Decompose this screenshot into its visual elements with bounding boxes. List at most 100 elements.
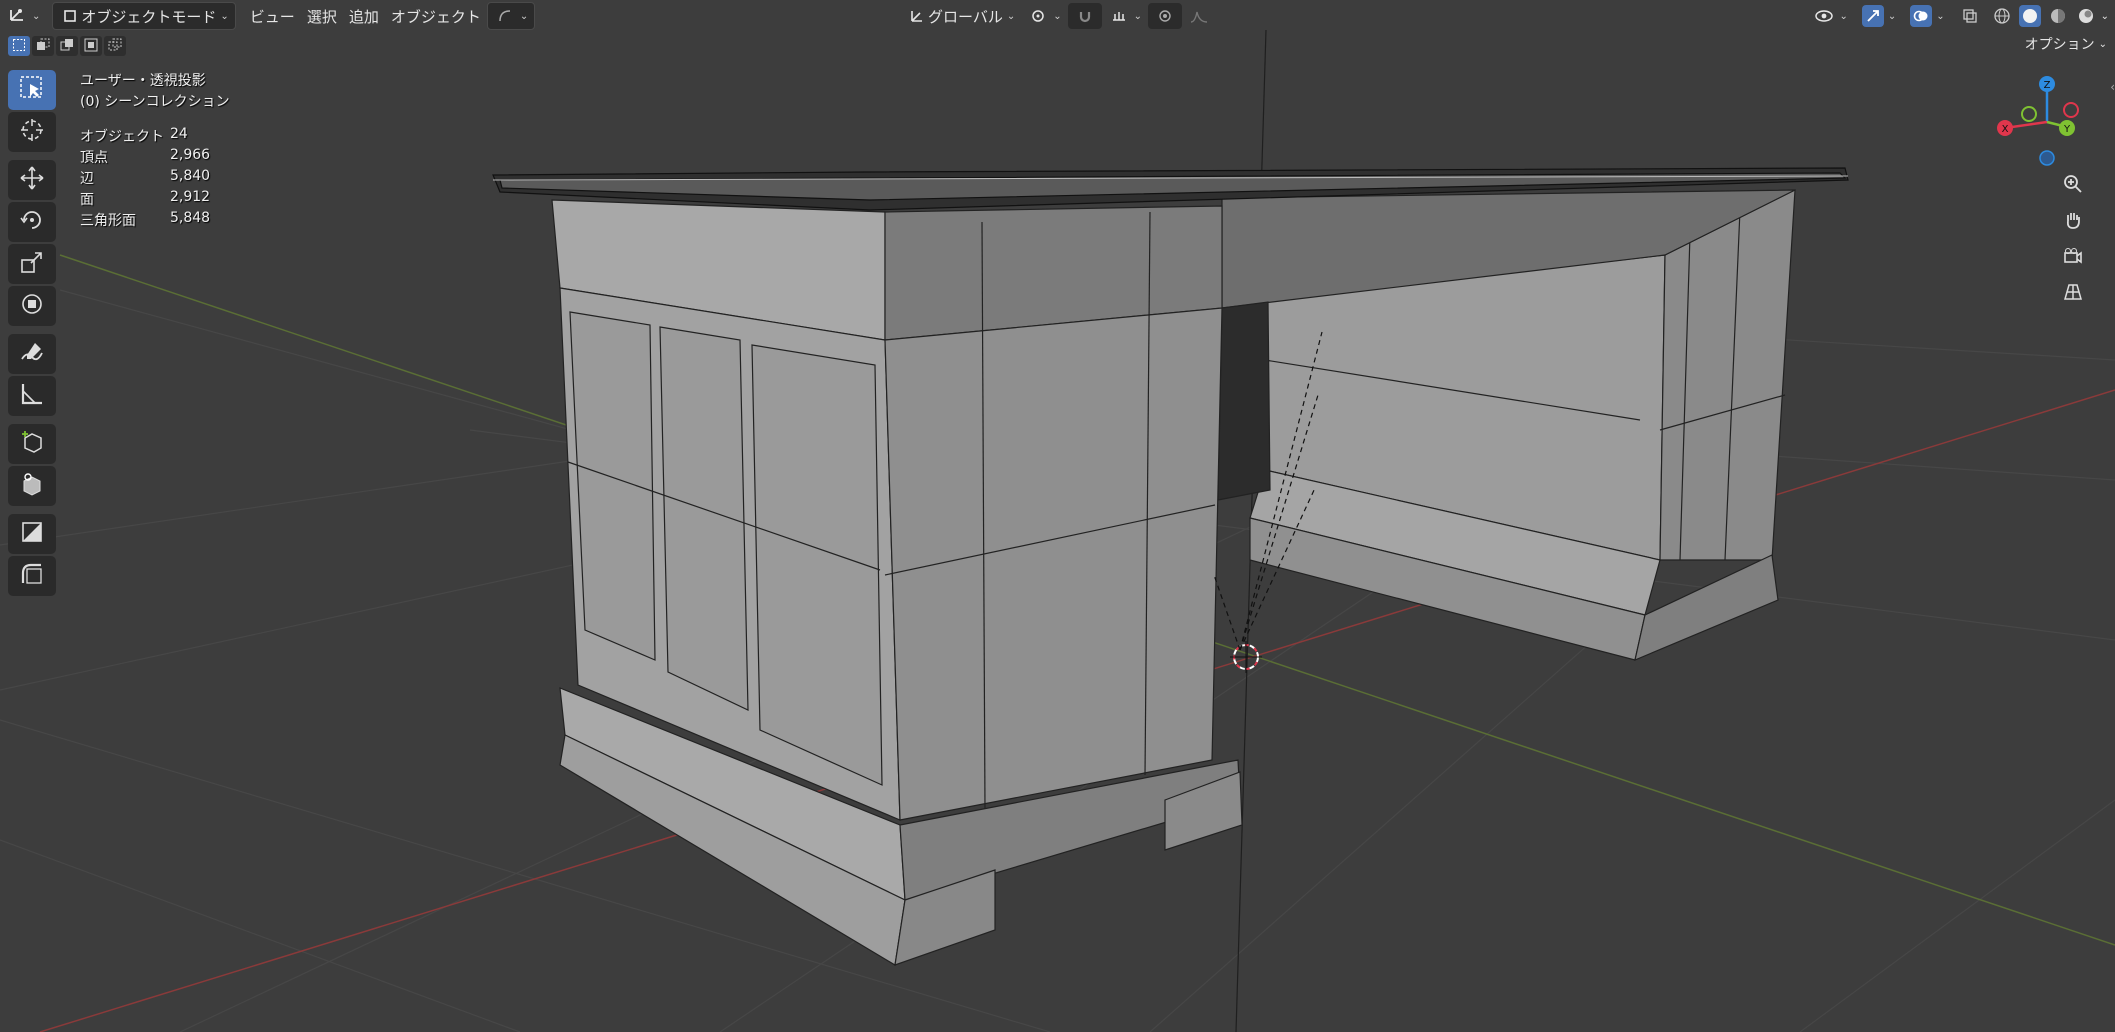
menu-view[interactable]: ビュー — [244, 3, 301, 29]
3d-viewport[interactable] — [0, 0, 2115, 1032]
stat-label: 三角形面 — [80, 213, 136, 229]
pan-button[interactable] — [2057, 206, 2089, 238]
annotate-pen-icon — [19, 339, 45, 369]
bevel-icon — [19, 561, 45, 591]
select-new-button[interactable] — [8, 36, 30, 56]
stat-label: 面 — [80, 192, 94, 208]
blender-window: ⌄ オブジェクトモード ⌄ ビュー 選択 追加 オブジェクト ⌄ グローバル ⌄… — [0, 0, 2115, 1032]
chevron-down-icon: ⌄ — [1936, 10, 1945, 22]
object-mode-icon — [59, 5, 81, 27]
select-intersect-button[interactable] — [104, 36, 126, 56]
tool-add-object[interactable] — [8, 466, 56, 506]
chevron-down-icon: ⌄ — [1006, 10, 1016, 22]
overlays-toggle[interactable]: ⌄ — [1904, 3, 1950, 29]
select-intersect-icon — [108, 37, 122, 56]
chevron-down-icon: ⌄ — [1839, 10, 1848, 22]
proportional-icon — [1154, 5, 1176, 27]
transform-icon — [19, 291, 45, 321]
navigation-gizmo-area: Z X Y — [1985, 70, 2105, 330]
gizmo-z-label: Z — [2044, 80, 2051, 91]
wireframe-sphere-icon — [1991, 5, 2013, 27]
measure-icon — [19, 381, 45, 411]
chevron-down-icon: ⌄ — [32, 10, 41, 22]
tool-scale[interactable] — [8, 244, 56, 284]
tool-bevel[interactable] — [8, 556, 56, 596]
magnet-icon — [1074, 5, 1096, 27]
options-dropdown[interactable]: オプション ⌄ — [2025, 34, 2107, 54]
shading-solid[interactable] — [2017, 3, 2043, 29]
select-invert-button[interactable] — [80, 36, 102, 56]
tool-annotate[interactable] — [8, 334, 56, 374]
stat-row: 三角形面 5,848 — [80, 210, 230, 231]
tool-shelf — [8, 70, 58, 598]
move-icon — [19, 165, 45, 195]
proportional-edit-toggle[interactable] — [1148, 3, 1183, 29]
gizmo-icon — [1861, 5, 1884, 27]
tool-transform[interactable] — [8, 286, 56, 326]
pivot-icon — [1027, 5, 1049, 27]
stat-row: 辺 5,840 — [80, 168, 230, 189]
tool-rotate[interactable] — [8, 202, 56, 242]
snap-target-button[interactable]: ⌄ — [1102, 3, 1148, 29]
menu-object[interactable]: オブジェクト — [385, 3, 487, 29]
chevron-down-icon: ⌄ — [2098, 38, 2107, 50]
select-subtract-button[interactable] — [56, 36, 78, 56]
falloff-button[interactable] — [1182, 3, 1216, 29]
snap-options-button[interactable]: ⌄ — [486, 2, 536, 30]
perspective-toggle-button[interactable] — [2057, 278, 2089, 310]
grid-perspective-icon — [2063, 282, 2083, 306]
shading-rendered[interactable] — [2073, 3, 2099, 29]
scene-statistics: オブジェクト 24 頂点 2,966 辺 5,840 面 2,912 三角形面 5,848 — [80, 126, 230, 231]
tool-move[interactable] — [8, 160, 56, 200]
transform-orientation-select[interactable]: グローバル ⌄ — [900, 3, 1021, 29]
stat-row: 頂点 2,966 — [80, 147, 230, 168]
select-new-icon — [12, 37, 26, 56]
stat-value: 24 — [170, 126, 188, 142]
xray-toggle[interactable] — [1953, 3, 1987, 29]
select-mode-buttons — [8, 36, 126, 56]
select-extend-button[interactable] — [32, 36, 54, 56]
stat-value: 5,840 — [170, 168, 211, 184]
tool-shade-smooth[interactable] — [8, 514, 56, 554]
mode-select[interactable]: オブジェクトモード ⌄ — [52, 2, 236, 30]
gizmo-y-label: Y — [2063, 124, 2071, 135]
editor-type-icon — [6, 5, 28, 27]
falloff-curve-icon — [1188, 5, 1210, 27]
zoom-button[interactable] — [2057, 170, 2089, 202]
orientation-icon — [906, 5, 928, 27]
menu-select[interactable]: 選択 — [301, 3, 343, 29]
select-invert-icon — [84, 37, 98, 56]
shading-material[interactable] — [2045, 3, 2071, 29]
viewport-header: ⌄ オブジェクトモード ⌄ ビュー 選択 追加 オブジェクト ⌄ グローバル ⌄… — [0, 0, 2115, 32]
stat-row: 面 2,912 — [80, 189, 230, 210]
snap-toggle[interactable] — [1067, 3, 1102, 29]
menu-add[interactable]: 追加 — [343, 3, 385, 29]
tool-measure[interactable] — [8, 376, 56, 416]
shade-icon — [19, 519, 45, 549]
tool-cursor[interactable] — [8, 112, 56, 152]
tool-add-cube[interactable] — [8, 424, 56, 464]
pivot-point-button[interactable]: ⌄ — [1021, 3, 1067, 29]
select-extend-icon — [36, 37, 50, 56]
camera-icon — [2063, 246, 2083, 270]
shading-options-chevron[interactable]: ⌄ — [2101, 11, 2109, 22]
cube-cut-icon — [19, 471, 45, 501]
xray-icon — [1959, 5, 1981, 27]
chevron-down-icon: ⌄ — [1133, 10, 1143, 22]
view-name-label: ユーザー・透視投影 — [80, 73, 206, 89]
stat-label: 頂点 — [80, 150, 108, 166]
visibility-button[interactable]: ⌄ — [1807, 3, 1853, 29]
curve-icon — [494, 5, 516, 27]
shading-wireframe[interactable] — [1989, 3, 2015, 29]
stat-label: オブジェクト — [80, 129, 164, 145]
gizmo-toggle[interactable]: ⌄ — [1856, 3, 1902, 29]
chevron-down-icon: ⌄ — [1053, 10, 1062, 22]
tool-select-box[interactable] — [8, 70, 56, 110]
sidebar-toggle-arrow[interactable]: ‹ — [2110, 80, 2115, 94]
chevron-down-icon: ⌄ — [519, 10, 529, 22]
add-cube-icon — [19, 429, 45, 459]
stat-value: 5,848 — [170, 210, 211, 226]
axis-gizmo[interactable]: Z X Y — [1985, 70, 2105, 170]
editor-type-button[interactable]: ⌄ — [0, 3, 46, 29]
camera-view-button[interactable] — [2057, 242, 2089, 274]
